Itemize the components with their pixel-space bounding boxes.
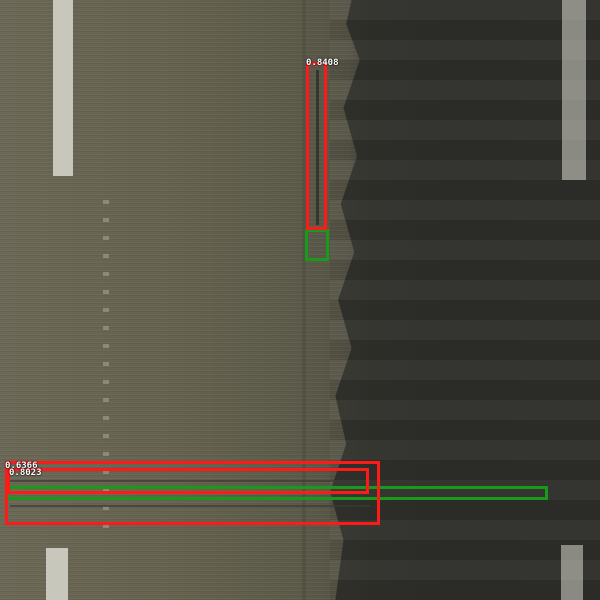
lane-marking-right-top bbox=[562, 0, 586, 180]
lane-marking-left-top bbox=[53, 0, 73, 176]
prediction-box-narrow bbox=[7, 468, 369, 494]
lane-marking-right-bottom bbox=[561, 545, 583, 600]
score-label-vertical: 0.8408 bbox=[306, 58, 339, 68]
lane-marking-left-bottom bbox=[46, 548, 68, 600]
aerial-road-image: 0.8408 0.6366 0.8023 bbox=[0, 0, 600, 600]
score-label-narrow: 0.8023 bbox=[9, 468, 42, 478]
prediction-box-vertical bbox=[306, 62, 327, 230]
ground-truth-box-vertical bbox=[305, 229, 329, 261]
